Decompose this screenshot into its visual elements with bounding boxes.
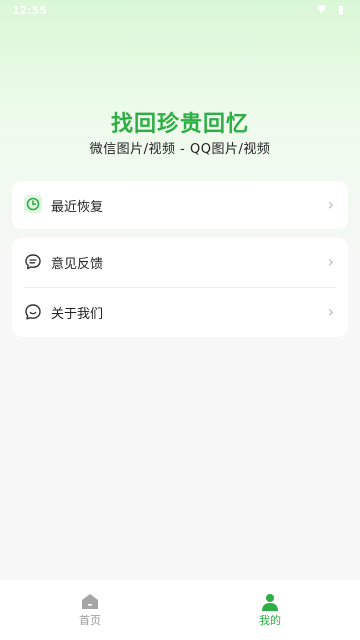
status-bar: 12:55 ♥ ▮ <box>0 0 360 22</box>
tab-label: 首页 <box>79 614 101 627</box>
settings-card: 意见反馈 › 关于我们 › <box>12 238 348 337</box>
smile-bubble-icon <box>25 304 41 320</box>
menu-item-recent-restore[interactable]: 最近恢复 › <box>12 181 348 229</box>
menu-item-about-us[interactable]: 关于我们 › <box>12 288 348 336</box>
tab-home[interactable]: 首页 <box>0 580 180 640</box>
clock-icon <box>24 195 42 213</box>
chat-bubble-icon <box>25 254 41 270</box>
chevron-right-icon: › <box>327 195 334 214</box>
menu-item-feedback[interactable]: 意见反馈 › <box>12 238 348 286</box>
status-time: 12:55 <box>12 4 48 17</box>
status-icons: ♥ ▮ <box>316 3 348 16</box>
tab-label: 我的 <box>259 614 281 627</box>
page-title: 找回珍贵回忆 <box>110 112 249 137</box>
chevron-right-icon: › <box>327 252 334 271</box>
home-icon <box>82 594 98 609</box>
chevron-right-icon: › <box>327 302 334 321</box>
tab-mine[interactable]: 我的 <box>180 580 360 640</box>
user-icon <box>262 594 278 611</box>
menu-item-label: 意见反馈 <box>51 257 104 272</box>
menu-item-label: 关于我们 <box>51 307 104 322</box>
page-subtitle: 微信图片/视频 - QQ图片/视频 <box>89 142 271 157</box>
recent-card: 最近恢复 › <box>12 181 348 229</box>
bottom-tab-bar: 首页 我的 <box>0 580 360 640</box>
menu-item-label: 最近恢复 <box>51 200 104 215</box>
